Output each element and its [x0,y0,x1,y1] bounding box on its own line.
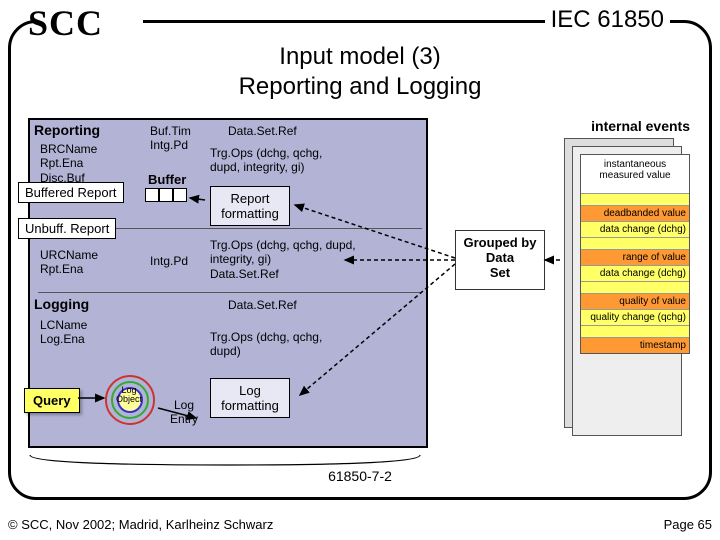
standard-label: IEC 61850 [545,6,670,34]
log-entry-label: Log Entry [170,398,198,427]
urc-fields: URCName Rpt.Ena [40,248,98,277]
buf-cfg: Buf.Tim Intg.Pd [150,124,191,153]
buffered-report-box: Buffered Report [18,182,124,203]
grouped-by-text: Grouped by Data Set [464,235,537,280]
title-line-1: Input model (3) [0,42,720,72]
logo: SCC [28,2,103,44]
intg-pd: Intg.Pd [150,254,188,268]
brc-fields: BRCName Rpt.Ena Disc.Buf [40,142,97,185]
logging-label: Logging [34,296,89,312]
title-line-2: Reporting and Logging [0,72,720,102]
query-box: Query [24,388,80,413]
scope-label: 61850-7-2 [0,468,720,484]
divider-2 [38,292,422,293]
copyright: © SCC, Nov 2002; Madrid, Karlheinz Schwa… [8,517,273,532]
page-number: Page 65 [664,517,712,532]
trg-ops-1: Trg.Ops (dchg, qchg, dupd, integrity, gi… [210,146,350,175]
log-object-label: Log Object [116,386,142,404]
report-formatting-box: Report formatting [210,186,290,226]
trg-ops-2: Trg.Ops (dchg, qchg, dupd, integrity, gi… [210,238,360,281]
reporting-label: Reporting [34,122,100,138]
slide-title: Input model (3) Reporting and Logging [0,42,720,102]
dataset-ref-1: Data.Set.Ref [228,124,297,138]
control-block: Reporting BRCName Rpt.Ena Disc.Buf Buf.T… [28,118,428,448]
unbuffered-report-box: Unbuff. Report [18,218,116,239]
internal-events-label: internal events [591,118,690,134]
event-card-front: instantaneous measured valuedeadbanded v… [580,154,690,354]
event-stack: instantaneous measured valuedeadbanded v… [564,138,694,450]
trg-ops-3: Trg.Ops (dchg, qchg, dupd) [210,330,340,359]
log-formatting-box: Log formatting [210,378,290,418]
dataset-ref-2: Data.Set.Ref [228,298,297,312]
log-fields: LCName Log.Ena [40,318,87,347]
grouped-by-box: Grouped by Data Set [455,230,545,290]
buffer-slots-icon [145,188,187,202]
buffer-label: Buffer [148,172,186,187]
footer: © SCC, Nov 2002; Madrid, Karlheinz Schwa… [8,517,712,532]
